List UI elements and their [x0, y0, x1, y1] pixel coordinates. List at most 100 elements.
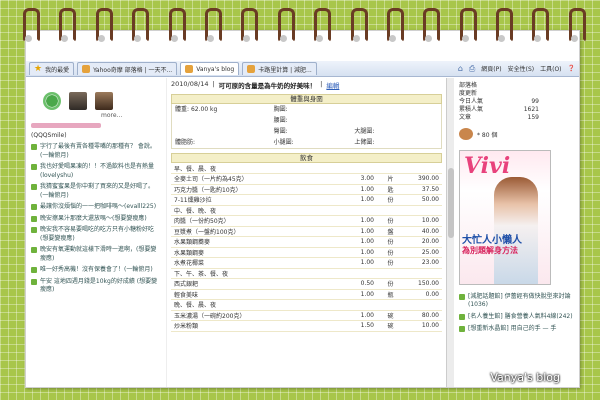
magazine-ad[interactable]: Vivi 大忙人小懶人 為別題解身方法	[459, 150, 551, 285]
meal-row: 全麥土司（一片約為45克） 3.00 片 390.00	[171, 173, 442, 185]
binder-rings	[22, 8, 586, 44]
bullet-icon	[31, 247, 37, 253]
list-item[interactable]: 最讓你沒煩惱的一一把咖啡嗎～(evalll225)	[31, 203, 161, 212]
edit-link[interactable]: 編輯	[326, 80, 339, 90]
list-item[interactable]: 我猜蜜蜜果是你中剩了買來的又是好喝了。(一輪俯月)	[31, 183, 161, 200]
weight-value: 62.00 kg	[190, 106, 218, 113]
bullet-icon	[31, 184, 37, 190]
magazine-logo: Vivi	[464, 153, 511, 179]
page-scrollbar[interactable]	[446, 78, 454, 387]
list-item[interactable]: [減肥話題館] 伊蕾經有做快脫型來討論(1036)	[459, 293, 577, 309]
left-sidebar: more... (QQQSmile) 字行了最後有賣各種零嘴的那種有？ 會說。(…	[26, 78, 166, 387]
tab-label: Vanya's blog	[196, 65, 235, 73]
body-section-header: 體重與身圍	[171, 94, 442, 104]
list-item[interactable]: [想重新水晶館] 用自己的手 — 手	[459, 325, 577, 333]
home-icon[interactable]: ⌂	[458, 64, 463, 73]
calf-label: 小腿圍:	[273, 139, 294, 146]
print-icon[interactable]: ⎙	[469, 64, 475, 74]
food-row: 西式銀耙 0.50 份 150.00	[171, 278, 442, 290]
avatar[interactable]	[43, 92, 61, 110]
stat-row: 文章 159	[459, 114, 539, 121]
post-title[interactable]: 可可原的含量是為牛奶的好美味！	[219, 80, 317, 90]
food-row: 水果類鋼麥 1.00 份 25.00	[171, 247, 442, 258]
list-item[interactable]: 我也好愛喝果凍的！！不過飲料也是有熱量 (lovelyshu)	[31, 163, 161, 180]
weight-label: 體重: 62.00 kg	[175, 106, 218, 113]
browser-tab[interactable]: Yahoo奇摩 部落格 | 一天不...	[77, 62, 178, 75]
browser-tab-bar: ★ 我的最愛 Yahoo奇摩 部落格 | 一天不... Vanya's blog…	[26, 61, 579, 77]
bullet-icon	[31, 227, 37, 233]
star-icon: ★	[34, 64, 43, 74]
screenshot-frame: ★ 我的最愛 Yahoo奇摩 部落格 | 一天不... Vanya's blog…	[25, 30, 580, 388]
bear-icon	[459, 128, 473, 140]
binder-ring	[495, 8, 514, 42]
food-table: 早、餐、晨、夜 全麥土司（一片約為45克） 3.00 片 390.00 巧克力醬（一匙約1…	[171, 163, 442, 332]
favicon-icon	[82, 65, 91, 73]
bullet-icon	[31, 215, 37, 222]
bullet-icon	[459, 314, 465, 320]
avatar[interactable]	[69, 92, 87, 110]
binder-ring	[459, 8, 477, 42]
avatar[interactable]	[95, 92, 113, 110]
favorites-button[interactable]: ★ 我的最愛	[29, 62, 75, 75]
meal-row: 早、餐、晨、夜	[171, 163, 442, 174]
food-row: 巧克力醬（一匙約10克） 1.00 匙 37.50	[171, 184, 442, 195]
menu-page[interactable]: 網頁(P)	[481, 64, 501, 73]
binder-ring	[422, 8, 441, 42]
scroll-thumb[interactable]	[448, 168, 454, 238]
bodyfat-label: 體脂肪:	[175, 139, 196, 146]
help-icon[interactable]: ❓	[568, 65, 575, 72]
blurred-username	[31, 123, 101, 128]
food-section-header: 飲食	[171, 153, 442, 163]
bullet-icon	[459, 326, 465, 332]
favorites-label: 我的最愛	[45, 66, 70, 74]
list-item[interactable]: 午安 這地四週月錢是10kg的好成績 (想要變瘦應)	[31, 278, 161, 295]
binder-ring	[204, 8, 222, 42]
tab-label: Yahoo奇摩 部落格 | 一天不...	[93, 66, 173, 74]
food-row: 水煮花椰菜 1.00 份 23.00	[171, 257, 442, 269]
list-item[interactable]: [名人養生館] 膳食營養人氣料4線(242)	[459, 313, 577, 321]
binder-ring	[277, 8, 295, 42]
binder-ring	[22, 8, 40, 42]
waist-label: 腰圍:	[273, 117, 288, 124]
more-link[interactable]: more...	[101, 112, 161, 119]
stat-row: 部落格	[459, 82, 478, 89]
post-header: 2010/08/14 | 可可原的含量是為牛奶的好美味！ | 編輯	[171, 80, 340, 90]
binder-ring	[568, 8, 586, 42]
thigh-label: 大腿圍:	[354, 128, 375, 135]
list-item[interactable]: 唯一好秀高機！沒有保養會了！(一輪俯月)	[31, 266, 161, 275]
binder-ring	[386, 8, 404, 42]
binder-ring	[168, 8, 186, 42]
body-measure-grid: 體重: 62.00 kg 胸圍: 腰圍: 臀圍: 大腿圍: 體脂肪: 小腿圍: …	[171, 104, 442, 149]
bullet-icon	[459, 294, 465, 300]
blog-watermark: Vanya's blog	[490, 371, 560, 384]
magazine-subhead: 為別題解身方法	[462, 246, 518, 255]
list-item[interactable]: 晚安我不容易要喝吃的吃方只有小糖粉好吃 (想要變瘦應)	[31, 226, 161, 243]
bullet-icon	[31, 164, 37, 170]
post-content: 2010/08/14 | 可可原的含量是為牛奶的好美味！ | 編輯 體重與身圍 …	[166, 78, 446, 387]
food-row: 水果類鋼蕎麥 1.00 份 20.00	[171, 236, 442, 248]
menu-tools[interactable]: 工具(O)	[540, 64, 561, 73]
list-item[interactable]: 晚安擦果汁那麼大還放嗎～(想要變瘦應)	[31, 215, 161, 224]
recent-comments-list: 字行了最後有賣各種零嘴的那種有？ 會說。(一輪俯月) 我也好愛喝果凍的！！不過飲…	[31, 143, 161, 295]
binder-ring	[58, 8, 77, 42]
stat-row: 累積人氣 1621	[459, 106, 539, 113]
favicon-icon	[247, 65, 256, 73]
meal-row: 中、餐、晚、夜	[171, 205, 442, 216]
binder-ring	[240, 8, 259, 42]
food-row: 豆漿煮（一盤約100克） 1.00 盤 40.00	[171, 226, 442, 237]
gift-counter[interactable]: * 80 個	[459, 128, 577, 140]
stat-row: 度更新	[459, 90, 478, 97]
stats-block: 部落格 度更新 今日人氣 99 累積人氣 1621 文章 159	[459, 82, 577, 122]
binder-ring	[350, 8, 368, 42]
menu-safety[interactable]: 安全性(S)	[508, 64, 535, 73]
browser-tab[interactable]: 卡路里計算 | 減肥...	[242, 62, 317, 75]
gift-count: * 80 個	[477, 131, 498, 139]
list-item[interactable]: 字行了最後有賣各種零嘴的那種有？ 會說。(一輪俯月)	[31, 143, 161, 160]
browser-tab[interactable]: Vanya's blog	[180, 62, 240, 75]
list-item[interactable]: 晚安有氧運動就這樣下滑時一進啊，(想要變瘦應)	[31, 246, 161, 263]
favicon-icon	[185, 65, 194, 73]
food-row: 炒米粉類 1.50 碗 10.00	[171, 320, 442, 332]
hip-label: 臀圍:	[273, 128, 288, 135]
binder-ring	[131, 8, 150, 42]
commenter-name: (QQQSmile)	[31, 132, 67, 139]
